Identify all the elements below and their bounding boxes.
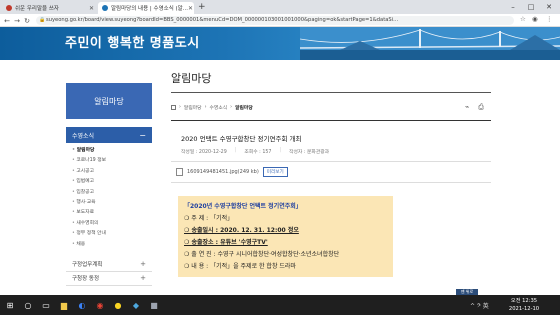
sidebar-category-suyeong-news[interactable]: 수영소식 − (66, 127, 152, 143)
clock-time: 오전 12:35 (510, 298, 538, 304)
lock-icon: 🔒 (39, 17, 46, 23)
sidebar-item-press[interactable]: 보도자료 (72, 208, 152, 218)
bridge-illustration (300, 27, 560, 60)
sidebar-item-covid[interactable]: 코로나19 정보 (72, 156, 152, 166)
tab-bar: 쉬운 우리말을 쓰자 ✕ 알림마당의 내용 | 수영소식 (알... ✕ + –… (0, 0, 560, 14)
notice-line-datetime: ❍ 송출일시 : 2020. 12. 31. 12:00 정오 (184, 227, 299, 234)
file-icon (176, 168, 183, 176)
back-icon[interactable]: ← (2, 15, 12, 26)
sidebar-row-label: 구정업무계획 (72, 262, 103, 269)
clock-date: 2021-12-10 (508, 306, 540, 312)
title-divider (171, 92, 491, 93)
expand-icon: + (140, 260, 146, 269)
system-tray[interactable]: ^ 𝄢 英 (470, 301, 489, 311)
attachment-divider (171, 182, 491, 183)
site-banner: 주민이 행복한 명품도시 (0, 27, 560, 60)
post-view: 2020 언택트 수영구합창단 정기연주회 개최 작성일 : 2020-12-2… (171, 120, 491, 183)
breadcrumb-item[interactable]: 수영소식 (210, 104, 228, 111)
share-icon[interactable]: ⌁ (462, 102, 472, 112)
sidebar-item-policy[interactable]: 정부 정책 안내 (72, 229, 152, 239)
page-content: 알림마당 알림마당 수영소식 − 알림마당 코로나19 정보 고시공고 입법예고… (0, 60, 560, 295)
file-explorer-icon[interactable]: ▆ (58, 299, 70, 311)
breadcrumb-current: 알림마당 (235, 106, 253, 111)
tab-title: 쉬운 우리말을 쓰자 (15, 6, 59, 12)
app-icon[interactable]: ◆ (130, 299, 142, 311)
url-input[interactable]: 🔒 suyeong.go.kr/board/view.suyeong?board… (36, 16, 514, 25)
profile-icon[interactable]: ◉ (532, 15, 538, 23)
collapse-icon: − (139, 130, 146, 140)
tab-close-icon[interactable]: ✕ (188, 5, 193, 12)
forward-icon[interactable]: → (12, 15, 22, 26)
post-title: 2020 언택트 수영구합창단 정기연주회 개최 (181, 135, 302, 143)
sidebar-item-work-plan[interactable]: 구정업무계획 + (66, 258, 152, 272)
meta-divider (171, 161, 491, 162)
sidebar-heading: 알림마당 (66, 83, 152, 119)
search-icon[interactable]: ○ (22, 299, 34, 311)
breadcrumb-item[interactable]: 알림마당 (184, 104, 202, 111)
post-author: 작성자 : 문화관광과 (289, 150, 330, 155)
taskbar: ⊞ ○ ▭ ▆ ◐ ◉ ● ◆ ■ ^ 𝄢 英 오전 12:35 2021-12… (0, 295, 560, 315)
post-date: 작성일 : 2020-12-29 (181, 150, 227, 155)
sidebar-item-bidding[interactable]: 입찰공고 (72, 188, 152, 198)
breadcrumb-sep: › (204, 105, 207, 110)
minimize-icon[interactable]: – (504, 0, 522, 14)
menu-dots-icon[interactable]: ⋮ (546, 15, 553, 23)
sidebar-submenu: 알림마당 코로나19 정보 고시공고 입법예고 입찰공고 행사·교육 보도자료 … (66, 143, 152, 250)
sidebar: 알림마당 수영소식 − 알림마당 코로나19 정보 고시공고 입법예고 입찰공고… (66, 83, 152, 286)
bookmark-star-icon[interactable]: ☆ (520, 15, 526, 23)
taskbar-clock[interactable]: 오전 12:35 2021-12-10 (506, 297, 542, 313)
event-notice-box: 「2020년 수영구합창단 언택트 정기연주회」 ❍ 주 제 : 「기적」 ❍ … (178, 196, 393, 277)
tab-1[interactable]: 쉬운 우리말을 쓰자 ✕ (2, 2, 98, 14)
close-window-icon[interactable]: ✕ (540, 0, 558, 14)
notice-line-content: ❍ 내 용 : 「기적」을 주제로 한 합창 드라마 (184, 263, 296, 270)
tab-favicon-icon (6, 5, 12, 11)
print-icon[interactable]: ⎙ (476, 102, 486, 112)
breadcrumb-sep: › (179, 105, 181, 110)
edge-icon[interactable]: ◐ (76, 299, 88, 311)
app-icon[interactable]: ■ (148, 299, 160, 311)
sidebar-category-label: 수영소식 (72, 132, 95, 140)
meta-sep: | (279, 148, 282, 153)
sidebar-item-mayor-activity[interactable]: 구청장 동정 + (66, 272, 152, 286)
notice-headline: 「2020년 수영구합창단 언택트 정기연주회」 (184, 203, 302, 210)
sidebar-item-meeting[interactable]: 새수영회의 (72, 219, 152, 229)
breadcrumb-sep: › (230, 105, 233, 110)
tab-close-icon[interactable]: ✕ (89, 5, 94, 12)
notice-line-venue: ❍ 송출장소 : 유튜브 '수영구TV' (184, 239, 268, 246)
tab-favicon-icon (102, 5, 108, 11)
banner-slogan: 주민이 행복한 명품도시 (65, 36, 200, 51)
new-tab-button[interactable]: + (198, 2, 206, 12)
sidebar-row-label: 구청장 동정 (72, 276, 100, 283)
post-views: 조회수 : 157 (244, 150, 272, 155)
breadcrumb: › 알림마당 › 수영소식 › 알림마당 (171, 104, 253, 111)
browser-window: 쉬운 우리말을 쓰자 ✕ 알림마당의 내용 | 수영소식 (알... ✕ + –… (0, 0, 560, 315)
post-meta: 작성일 : 2020-12-29 | 조회수 : 157 | 작성자 : 문화관… (171, 148, 491, 155)
kakaotalk-icon[interactable]: ● (112, 299, 124, 311)
windows-start-icon[interactable]: ⊞ (4, 299, 16, 311)
sidebar-item-announcement[interactable]: 고시공고 (72, 167, 152, 177)
page-title: 알림마당 (171, 72, 212, 85)
tab-2-active[interactable]: 알림마당의 내용 | 수영소식 (알... ✕ (98, 2, 194, 14)
attachment-row: 1609149481451.jpg(249 kb) 미리보기 (176, 167, 491, 177)
maximize-icon[interactable]: □ (522, 0, 540, 14)
sidebar-item-notice[interactable]: 알림마당 (72, 146, 152, 156)
home-icon[interactable] (171, 105, 176, 110)
url-text: suyeong.go.kr/board/view.suyeong?boardId… (46, 17, 399, 23)
preview-button[interactable]: 미리보기 (262, 167, 288, 177)
sidebar-item-recruit[interactable]: 채용 (72, 240, 152, 250)
sidebar-item-events[interactable]: 행사·교육 (72, 198, 152, 208)
meta-sep: | (234, 148, 237, 153)
notice-line-theme: ❍ 주 제 : 「기적」 (184, 215, 234, 222)
chrome-icon[interactable]: ◉ (94, 299, 106, 311)
address-bar: ← → ↻ 🔒 suyeong.go.kr/board/view.suyeong… (0, 14, 560, 27)
tab-title: 알림마당의 내용 | 수영소식 (알... (111, 6, 188, 12)
notice-line-cast: ❍ 출 연 진 : 수영구 시니어합창단·여성합창단·소년소녀합창단 (184, 251, 340, 258)
reload-icon[interactable]: ↻ (22, 15, 32, 26)
attachment-link[interactable]: 1609149481451.jpg(249 kb) (187, 169, 259, 175)
expand-icon: + (140, 274, 146, 283)
sidebar-item-legislation[interactable]: 입법예고 (72, 177, 152, 187)
task-view-icon[interactable]: ▭ (40, 299, 52, 311)
